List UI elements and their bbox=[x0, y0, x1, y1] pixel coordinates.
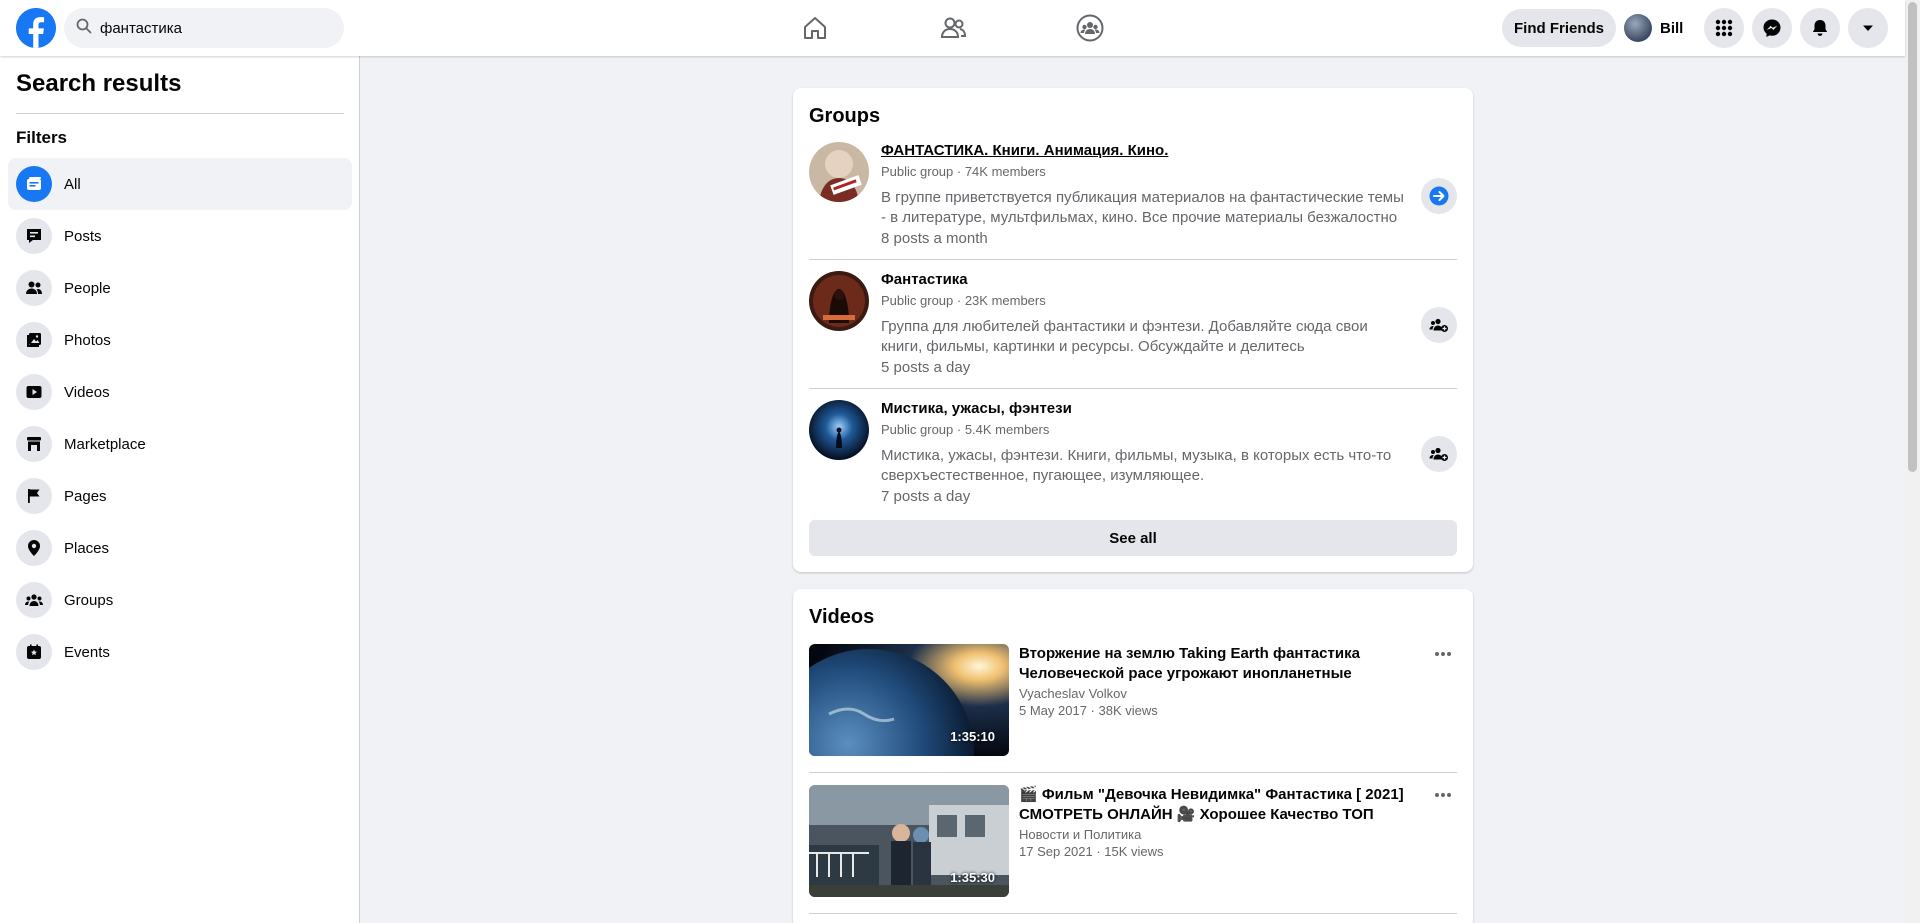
divider bbox=[809, 913, 1457, 914]
search-box[interactable] bbox=[64, 8, 344, 48]
video-meta: 17 Sep 2021 · 15K views bbox=[1019, 844, 1164, 859]
video-result[interactable]: 1:35:30 🎬 Фильм "Девочка Невидимка" Фант… bbox=[809, 785, 1457, 899]
more-options-icon[interactable] bbox=[1429, 785, 1457, 805]
all-results-icon bbox=[16, 166, 52, 202]
account-dropdown-icon[interactable] bbox=[1848, 8, 1888, 48]
filter-pages[interactable]: Pages bbox=[8, 470, 352, 522]
filter-people[interactable]: People bbox=[8, 262, 352, 314]
join-group-icon[interactable] bbox=[1421, 436, 1457, 472]
notifications-bell-icon[interactable] bbox=[1800, 8, 1840, 48]
groups-section-title: Groups bbox=[809, 105, 881, 127]
group-result[interactable]: Фантастика Public group · 23K members Гр… bbox=[809, 271, 1457, 383]
avatar bbox=[1624, 14, 1652, 42]
page-scrollbar[interactable] bbox=[1905, 0, 1920, 923]
search-input[interactable] bbox=[100, 19, 330, 37]
divider bbox=[16, 113, 344, 114]
events-icon bbox=[16, 634, 52, 670]
divider bbox=[809, 388, 1457, 389]
messenger-icon[interactable] bbox=[1752, 8, 1792, 48]
videos-section-title: Videos bbox=[809, 606, 875, 628]
filter-groups[interactable]: Groups bbox=[8, 574, 352, 626]
group-activity: 5 posts a day bbox=[881, 359, 971, 376]
filter-label: Pages bbox=[64, 487, 107, 505]
filter-label: Groups bbox=[64, 591, 114, 609]
scrollbar-thumb[interactable] bbox=[1908, 2, 1917, 472]
friends-icon[interactable] bbox=[933, 8, 973, 48]
arrow-right-icon[interactable] bbox=[1421, 178, 1457, 214]
filters-heading: Filters bbox=[16, 128, 68, 147]
filter-label: Places bbox=[64, 539, 110, 557]
group-name-link[interactable]: ФАНТАСТИКА. Книги. Анимация. Кино. bbox=[881, 142, 1168, 159]
filter-label: Events bbox=[64, 643, 110, 661]
user-name: Bill bbox=[1660, 19, 1684, 37]
video-author[interactable]: Новости и Политика bbox=[1019, 827, 1141, 842]
group-avatar[interactable] bbox=[809, 271, 869, 331]
filter-all[interactable]: All bbox=[8, 158, 352, 210]
filter-photos[interactable]: Photos bbox=[8, 314, 352, 366]
group-result[interactable]: ФАНТАСТИКА. Книги. Анимация. Кино. Publi… bbox=[809, 142, 1457, 254]
video-duration: 1:35:10 bbox=[950, 729, 995, 744]
filter-label: Posts bbox=[64, 227, 102, 245]
video-thumbnail[interactable]: 1:35:30 bbox=[809, 785, 1009, 897]
find-friends-button[interactable]: Find Friends bbox=[1502, 9, 1616, 47]
join-group-icon[interactable] bbox=[1421, 307, 1457, 343]
groups-icon bbox=[16, 582, 52, 618]
group-activity: 8 posts a month bbox=[881, 230, 988, 247]
search-icon bbox=[76, 18, 92, 39]
group-meta: Public group · 74K members bbox=[881, 164, 1046, 179]
group-avatar[interactable] bbox=[809, 400, 869, 460]
filter-label: Marketplace bbox=[64, 435, 146, 453]
filters-sidebar: Search results Filters All Posts People … bbox=[0, 56, 360, 923]
filter-label: All bbox=[64, 175, 81, 193]
video-meta: 5 May 2017 · 38K views bbox=[1019, 703, 1158, 718]
filter-label: Videos bbox=[64, 383, 110, 401]
group-description: Группа для любителей фантастики и фэнтез… bbox=[881, 318, 1368, 355]
filter-places[interactable]: Places bbox=[8, 522, 352, 574]
group-avatar[interactable] bbox=[809, 142, 869, 202]
facebook-logo-icon[interactable] bbox=[16, 8, 56, 48]
group-name[interactable]: Мистика, ужасы, фэнтези bbox=[881, 400, 1072, 417]
page-title: Search results bbox=[16, 70, 182, 97]
filter-events[interactable]: Events bbox=[8, 626, 352, 678]
group-meta: Public group · 23K members bbox=[881, 293, 1046, 308]
group-result[interactable]: Мистика, ужасы, фэнтези Public group · 5… bbox=[809, 400, 1457, 512]
video-result[interactable]: 1:35:10 Вторжение на землю Taking Earth … bbox=[809, 644, 1457, 758]
filter-label: Photos bbox=[64, 331, 111, 349]
divider bbox=[809, 772, 1457, 773]
posts-icon bbox=[16, 218, 52, 254]
video-thumbnail[interactable]: 1:35:10 bbox=[809, 644, 1009, 756]
groups-icon[interactable] bbox=[1070, 8, 1110, 48]
divider bbox=[809, 259, 1457, 260]
videos-results-card: Videos 1:35:10 Вторжение на землю Taking… bbox=[793, 589, 1473, 923]
filter-label: People bbox=[64, 279, 111, 297]
more-options-icon[interactable] bbox=[1429, 644, 1457, 664]
filter-marketplace[interactable]: Marketplace bbox=[8, 418, 352, 470]
filter-posts[interactable]: Posts bbox=[8, 210, 352, 262]
group-activity: 7 posts a day bbox=[881, 488, 971, 505]
group-meta: Public group · 5.4K members bbox=[881, 422, 1050, 437]
video-title[interactable]: Вторжение на землю Taking Earth фантасти… bbox=[1019, 644, 1419, 684]
videos-icon bbox=[16, 374, 52, 410]
home-icon[interactable] bbox=[795, 8, 835, 48]
group-description: В группе приветствуется публикация матер… bbox=[881, 189, 1404, 226]
people-icon bbox=[16, 270, 52, 306]
video-title[interactable]: 🎬 Фильм "Девочка Невидимка" Фантастика [… bbox=[1019, 785, 1419, 825]
top-navigation-bar: Find Friends Bill bbox=[0, 0, 1905, 56]
pages-flag-icon bbox=[16, 478, 52, 514]
group-name[interactable]: Фантастика bbox=[881, 271, 968, 288]
places-pin-icon bbox=[16, 530, 52, 566]
marketplace-icon bbox=[16, 426, 52, 462]
groups-results-card: Groups ФАНТАСТИКА. Книги. Анимация. Кино… bbox=[793, 88, 1473, 572]
see-all-groups-button[interactable]: See all bbox=[809, 520, 1457, 556]
photos-icon bbox=[16, 322, 52, 358]
profile-button[interactable]: Bill bbox=[1624, 8, 1683, 48]
group-description: Мистика, ужасы, фэнтези. Книги, фильмы, … bbox=[881, 447, 1392, 484]
video-author[interactable]: Vyacheslav Volkov bbox=[1019, 686, 1127, 701]
filter-videos[interactable]: Videos bbox=[8, 366, 352, 418]
video-duration: 1:35:30 bbox=[950, 870, 995, 885]
menu-grid-icon[interactable] bbox=[1704, 8, 1744, 48]
